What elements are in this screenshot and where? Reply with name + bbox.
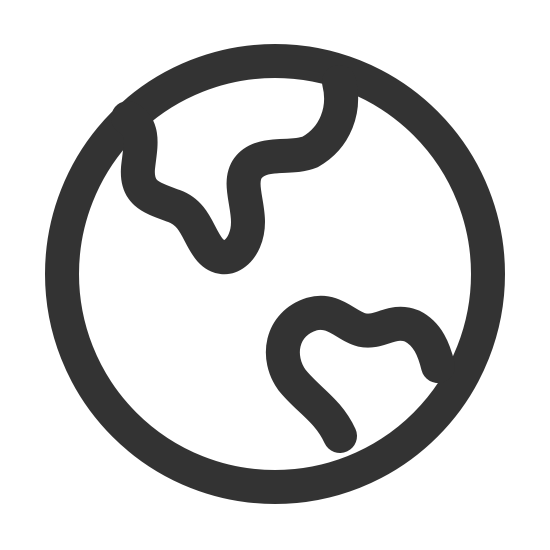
icon-canvas — [0, 0, 550, 550]
globe-svg — [45, 44, 505, 504]
globe-icon — [0, 0, 550, 550]
